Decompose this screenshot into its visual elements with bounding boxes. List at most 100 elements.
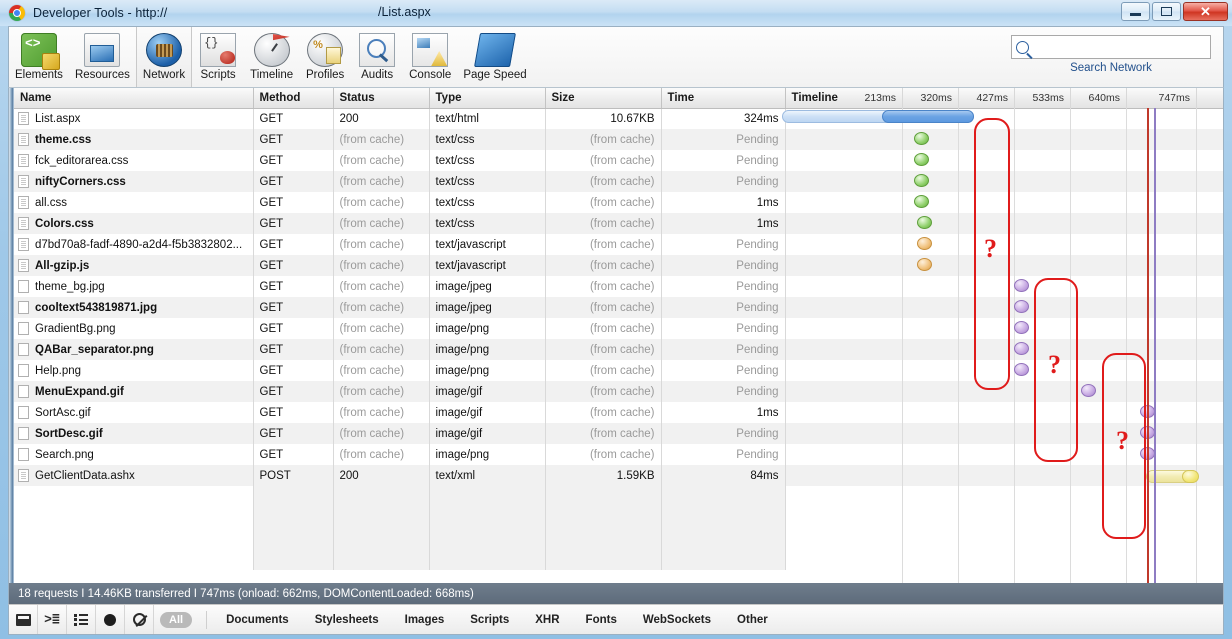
tab-elements[interactable]: Elements [9,27,69,87]
column-header-size[interactable]: Size [545,88,662,109]
cell-name[interactable]: SortDesc.gif [14,423,254,444]
devtools-toolbar: Elements Resources Network Scripts Timel… [8,26,1224,88]
column-header-time[interactable]: Time [661,88,786,109]
column-header-timeline[interactable]: Timeline [785,88,1223,109]
tab-page-speed[interactable]: Page Speed [457,27,532,87]
search-input[interactable] [1034,40,1204,54]
filler-cell [785,486,1223,507]
cell-name[interactable]: fck_editorarea.css [14,150,254,171]
tab-network[interactable]: Network [135,27,193,87]
cell-method: GET [253,129,334,150]
filler-cell [785,528,1223,549]
cell-type: text/css [429,129,546,150]
cell-type: text/xml [429,465,546,486]
cell-timeline [785,234,1223,255]
table-row[interactable]: SortAsc.gif GET (from cache) image/gif (from… [14,402,1223,423]
console-toggle-button[interactable]: >≣ [38,605,67,634]
cell-name[interactable]: All-gzip.js [14,255,254,276]
table-row[interactable]: theme_bg.jpg GET (from cache) image/jpeg (fr… [14,276,1223,297]
cell-name[interactable]: GetClientData.ashx [14,465,254,486]
table-row[interactable]: GradientBg.png GET (from cache) image/png (f… [14,318,1223,339]
cell-name[interactable]: SortAsc.gif [14,402,254,423]
filter-fonts[interactable]: Fonts [573,614,630,626]
file-name: d7bd70a8-fadf-4890-a2d4-f5b3832802... [35,238,243,251]
cell-name[interactable]: cooltext543819871.jpg [14,297,254,318]
filter-documents[interactable]: Documents [213,614,302,626]
cell-name[interactable]: GradientBg.png [14,318,254,339]
cell-name[interactable]: QABar_separator.png [14,339,254,360]
close-button[interactable]: ✕ [1183,2,1228,21]
cell-name[interactable]: MenuExpand.gif [14,381,254,402]
minimize-button[interactable] [1121,2,1150,21]
tab-console[interactable]: Console [403,27,457,87]
cell-time: Pending [661,255,786,276]
filter-images[interactable]: Images [392,614,458,626]
table-row[interactable]: niftyCorners.css GET (from cache) text/css(… [14,171,1223,192]
table-row[interactable]: Help.png GET (from cache) image/png (from ca… [14,360,1223,381]
column-header-type[interactable]: Type [429,88,546,109]
table-row[interactable]: SortDesc.gif GET (from cache) image/gif (fro… [14,423,1223,444]
cell-timeline [785,339,1223,360]
cell-name[interactable]: Search.png [14,444,254,465]
table-row[interactable]: d7bd70a8-fadf-4890-a2d4-f5b3832802... GET… [14,234,1223,255]
table-row[interactable]: List.aspx GET 200 text/html 10.67KB 324ms [14,108,1223,129]
filter-stylesheets[interactable]: Stylesheets [302,614,392,626]
cell-status: (from cache) [333,129,430,150]
table-row[interactable]: All-gzip.js GET (from cache) text/javascrip… [14,255,1223,276]
table-row[interactable]: QABar_separator.png GET (from cache) image/… [14,339,1223,360]
tab-profiles[interactable]: Profiles [299,27,351,87]
cell-name[interactable]: d7bd70a8-fadf-4890-a2d4-f5b3832802... [14,234,254,255]
table-header-row: Name Method Status Type Size Time Timeli… [14,88,1223,109]
scripts-icon [200,33,237,67]
record-button[interactable] [96,605,125,634]
cell-status: (from cache) [333,318,430,339]
filter-xhr[interactable]: XHR [522,614,572,626]
cell-name[interactable]: Colors.css [14,213,254,234]
filter-other[interactable]: Other [724,614,781,626]
tab-timeline[interactable]: Timeline [244,27,299,87]
cell-type: image/jpeg [429,276,546,297]
cell-timeline [785,465,1223,486]
tab-scripts[interactable]: Scripts [192,27,244,87]
cell-size: (from cache) [545,255,662,276]
cell-size: (from cache) [545,234,662,255]
filter-scripts[interactable]: Scripts [457,614,522,626]
table-row[interactable]: all.css GET (from cache) text/css (from cach… [14,192,1223,213]
table-filler-row [14,549,1223,570]
table-row[interactable]: fck_editorarea.css GET (from cache) text/cs… [14,150,1223,171]
status-text: 18 requests I 14.46KB transferred I 747m… [18,587,474,600]
tab-resources[interactable]: Resources [69,27,136,87]
cell-name[interactable]: all.css [14,192,254,213]
column-header-name[interactable]: Name [14,88,254,109]
cell-timeline [785,255,1223,276]
cell-type: text/javascript [429,255,546,276]
filter-all-button[interactable]: All [160,611,193,628]
table-row[interactable]: GetClientData.ashx POST 200 text/xml 1.59KB 8… [14,465,1223,486]
cell-name[interactable]: theme_bg.jpg [14,276,254,297]
file-name: all.css [35,196,67,209]
table-row[interactable]: theme.css GET (from cache) text/css (from ca… [14,129,1223,150]
cell-method: GET [253,360,334,381]
table-row[interactable]: MenuExpand.gif GET (from cache) image/gif (f… [14,381,1223,402]
tab-label: Scripts [200,69,236,81]
table-row[interactable]: cooltext543819871.jpg GET (from cache) imag… [14,297,1223,318]
maximize-button[interactable] [1152,2,1181,21]
table-filler-row [14,507,1223,528]
table-row[interactable]: Search.png GET (from cache) image/png (from … [14,444,1223,465]
table-row[interactable]: Colors.css GET (from cache) text/css (from c… [14,213,1223,234]
cell-name[interactable]: niftyCorners.css [14,171,254,192]
filter-websockets[interactable]: WebSockets [630,614,724,626]
column-header-status[interactable]: Status [333,88,430,109]
panel-left-scrollbar[interactable] [9,88,14,583]
dock-button[interactable] [9,605,38,634]
search-box[interactable] [1011,35,1211,59]
file-name: GetClientData.ashx [35,469,135,482]
minimize-icon [1130,13,1141,16]
clear-button[interactable] [125,605,154,634]
cell-name[interactable]: List.aspx [14,108,254,129]
column-header-method[interactable]: Method [253,88,334,109]
cell-name[interactable]: theme.css [14,129,254,150]
cell-name[interactable]: Help.png [14,360,254,381]
tab-audits[interactable]: Audits [351,27,403,87]
list-view-button[interactable] [67,605,96,634]
